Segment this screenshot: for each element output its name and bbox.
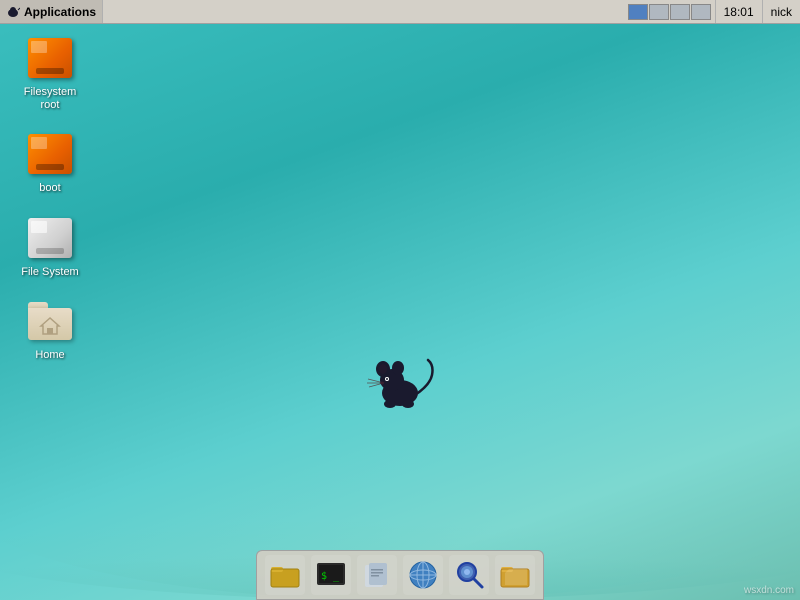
boot-label: boot bbox=[39, 182, 60, 195]
taskbar-files-icon bbox=[361, 559, 393, 591]
window-buttons bbox=[628, 4, 711, 20]
clock: 18:01 bbox=[715, 0, 763, 23]
window-button-1[interactable] bbox=[628, 4, 648, 20]
window-button-3[interactable] bbox=[670, 4, 690, 20]
gray-drive-1 bbox=[28, 218, 72, 258]
taskbar-search-button[interactable] bbox=[449, 555, 489, 595]
home-label: Home bbox=[35, 349, 64, 362]
window-button-2[interactable] bbox=[649, 4, 669, 20]
taskbar-folder2-button[interactable] bbox=[495, 555, 535, 595]
applications-menu[interactable]: Applications bbox=[0, 0, 103, 23]
filesystem-root-icon[interactable]: Filesystemroot bbox=[10, 30, 90, 116]
desktop: Applications 18:01 nick Filesystemroot b… bbox=[0, 0, 800, 600]
taskbar-folder-button[interactable] bbox=[265, 555, 305, 595]
mascot-svg bbox=[360, 355, 440, 410]
filesystem-root-image bbox=[26, 34, 74, 82]
file-system-image bbox=[26, 214, 74, 262]
boot-image bbox=[26, 130, 74, 178]
svg-text:$ _: $ _ bbox=[321, 571, 340, 582]
taskbar-terminal-icon: $ _ bbox=[315, 559, 347, 591]
taskbar-folder-icon bbox=[269, 559, 301, 591]
desktop-icons: Filesystemroot boot File System bbox=[10, 30, 90, 366]
file-system-icon[interactable]: File System bbox=[10, 210, 90, 283]
home-folder-shape bbox=[28, 302, 72, 340]
taskbar-folder2-icon bbox=[499, 559, 531, 591]
taskbar-terminal-button[interactable]: $ _ bbox=[311, 555, 351, 595]
boot-icon[interactable]: boot bbox=[10, 126, 90, 199]
top-panel: Applications 18:01 nick bbox=[0, 0, 800, 24]
taskbar: $ _ bbox=[256, 550, 544, 600]
orange-drive-1 bbox=[28, 38, 72, 78]
folder-body bbox=[28, 308, 72, 340]
watermark: wsxdn.com bbox=[744, 585, 794, 596]
taskbar-globe-icon bbox=[407, 559, 439, 591]
window-button-4[interactable] bbox=[691, 4, 711, 20]
orange-drive-2 bbox=[28, 134, 72, 174]
filesystem-root-label: Filesystemroot bbox=[24, 86, 77, 112]
taskbar-globe-button[interactable] bbox=[403, 555, 443, 595]
applications-label: Applications bbox=[24, 5, 96, 19]
house-icon bbox=[39, 316, 61, 336]
taskbar-search-icon bbox=[453, 559, 485, 591]
home-image bbox=[26, 297, 74, 345]
home-icon[interactable]: Home bbox=[10, 293, 90, 366]
mouse-icon bbox=[6, 7, 20, 17]
file-system-label: File System bbox=[21, 266, 78, 279]
taskbar-files-button[interactable] bbox=[357, 555, 397, 595]
mascot bbox=[360, 355, 440, 415]
username: nick bbox=[763, 0, 800, 23]
